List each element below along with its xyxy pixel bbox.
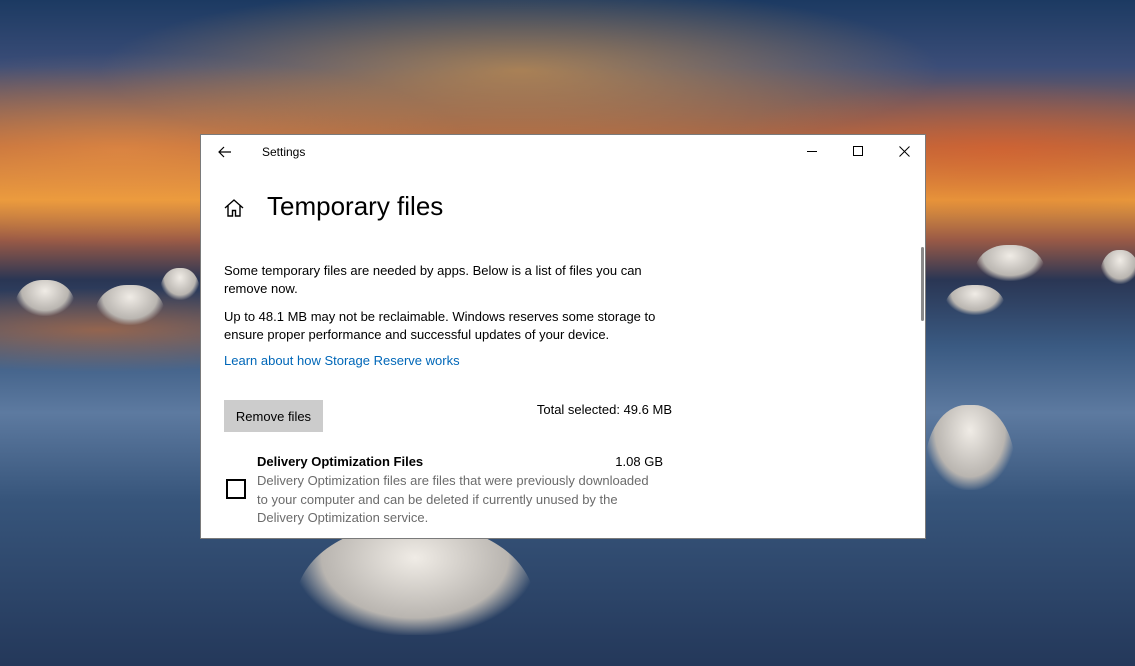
- settings-window: Settings Temporary files Some temporary …: [200, 134, 926, 539]
- home-icon: [224, 199, 244, 217]
- total-selected: Total selected: 49.6 MB: [536, 402, 672, 417]
- page-title: Temporary files: [267, 191, 444, 221]
- close-icon: [898, 145, 910, 157]
- title-bar: Settings: [201, 135, 925, 169]
- item-size: 1.08 GB: [615, 454, 663, 469]
- wallpaper-salt-mound: [15, 280, 75, 316]
- maximize-button[interactable]: [835, 135, 881, 167]
- back-button[interactable]: [209, 139, 241, 165]
- remove-files-button[interactable]: Remove files: [224, 400, 323, 432]
- wallpaper-salt-mound: [945, 285, 1005, 315]
- item-description: Delivery Optimization files are files th…: [257, 473, 649, 525]
- wallpaper-salt-mound: [160, 268, 200, 300]
- minimize-icon: [806, 150, 817, 152]
- wallpaper-salt-mound: [1100, 250, 1135, 284]
- close-button[interactable]: [881, 135, 925, 167]
- minimize-button[interactable]: [789, 135, 835, 167]
- app-title: Settings: [262, 145, 306, 159]
- wallpaper-salt-mound: [975, 245, 1045, 281]
- intro-text: Some temporary files are needed by apps.…: [224, 263, 642, 296]
- wallpaper-salt-mound: [295, 525, 535, 635]
- learn-storage-reserve-link[interactable]: Learn about how Storage Reserve works: [224, 353, 460, 368]
- wallpaper-salt-mound: [95, 285, 165, 325]
- delivery-optimization-checkbox[interactable]: [226, 479, 246, 499]
- scrollbar-thumb[interactable]: [921, 247, 924, 321]
- item-name: Delivery Optimization Files: [257, 454, 424, 469]
- wallpaper-salt-mound: [925, 405, 1015, 490]
- storage-reserve-note: Up to 48.1 MB may not be reclaimable. Wi…: [224, 309, 656, 342]
- back-arrow-icon: [218, 146, 231, 158]
- maximize-icon: [852, 145, 863, 156]
